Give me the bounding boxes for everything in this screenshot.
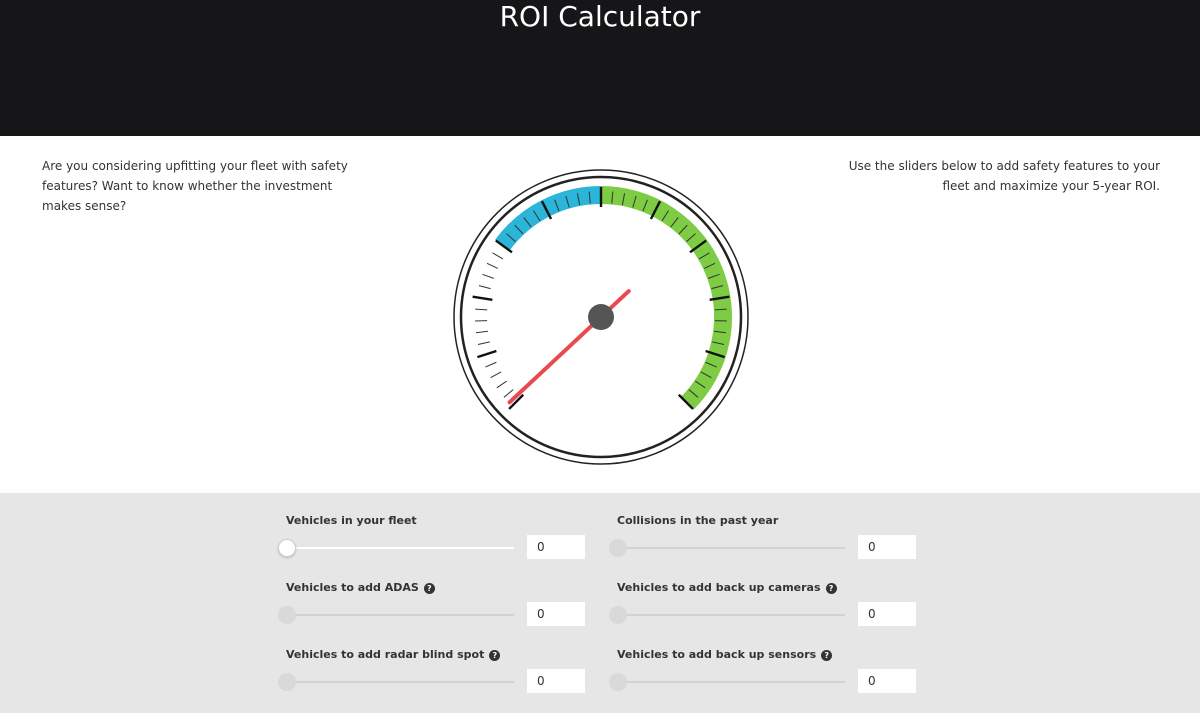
- radar-blind-spot-slider-thumb[interactable]: [278, 673, 296, 691]
- gauge-hub: [588, 304, 614, 330]
- page-header: ROI Calculator: [0, 0, 1200, 136]
- collisions-slider-track[interactable]: [617, 547, 845, 549]
- back-up-sensors-slider-thumb[interactable]: [609, 673, 627, 691]
- control-collisions-past-year: Collisions in the past year: [609, 513, 917, 573]
- adas-slider-thumb[interactable]: [278, 606, 296, 624]
- control-back-up-cameras: Vehicles to add back up cameras?: [609, 580, 917, 640]
- gauge-section: Are you considering upfitting your fleet…: [0, 136, 1200, 493]
- collisions-input[interactable]: [858, 535, 916, 559]
- control-label: Collisions in the past year: [617, 514, 779, 527]
- back-up-cameras-slider-track[interactable]: [617, 614, 845, 616]
- control-label: Vehicles to add radar blind spot?: [286, 647, 501, 663]
- control-label: Vehicles to add ADAS?: [286, 580, 435, 596]
- control-label: Vehicles to add back up sensors?: [617, 647, 833, 663]
- back-up-sensors-input[interactable]: [858, 669, 916, 693]
- roi-gauge: [453, 169, 749, 465]
- back-up-cameras-slider-thumb[interactable]: [609, 606, 627, 624]
- help-icon[interactable]: ?: [489, 650, 501, 661]
- back-up-cameras-input[interactable]: [858, 602, 916, 626]
- back-up-sensors-slider-track[interactable]: [617, 681, 845, 683]
- help-icon[interactable]: ?: [825, 583, 837, 594]
- slider-panel: Vehicles in your fleet Collisions in the…: [0, 493, 1200, 713]
- control-label: Vehicles in your fleet: [286, 514, 417, 527]
- collisions-slider-thumb[interactable]: [609, 539, 627, 557]
- radar-blind-spot-input[interactable]: [527, 669, 585, 693]
- help-icon[interactable]: ?: [821, 650, 833, 661]
- radar-blind-spot-slider-track[interactable]: [286, 681, 514, 683]
- vehicles-in-fleet-input[interactable]: [527, 535, 585, 559]
- intro-left-text: Are you considering upfitting your fleet…: [42, 159, 348, 213]
- adas-input[interactable]: [527, 602, 585, 626]
- control-radar-blind-spot: Vehicles to add radar blind spot?: [278, 647, 586, 707]
- intro-right-text: Use the sliders below to add safety feat…: [848, 159, 1160, 193]
- control-adas: Vehicles to add ADAS?: [278, 580, 586, 640]
- control-vehicles-in-fleet: Vehicles in your fleet: [278, 513, 586, 573]
- vehicles-in-fleet-slider-thumb[interactable]: [278, 539, 296, 557]
- adas-slider-track[interactable]: [286, 614, 514, 616]
- help-icon[interactable]: ?: [423, 583, 435, 594]
- control-back-up-sensors: Vehicles to add back up sensors?: [609, 647, 917, 707]
- page-title: ROI Calculator: [499, 0, 701, 33]
- vehicles-in-fleet-slider-track[interactable]: [286, 547, 514, 549]
- control-label: Vehicles to add back up cameras?: [617, 580, 837, 596]
